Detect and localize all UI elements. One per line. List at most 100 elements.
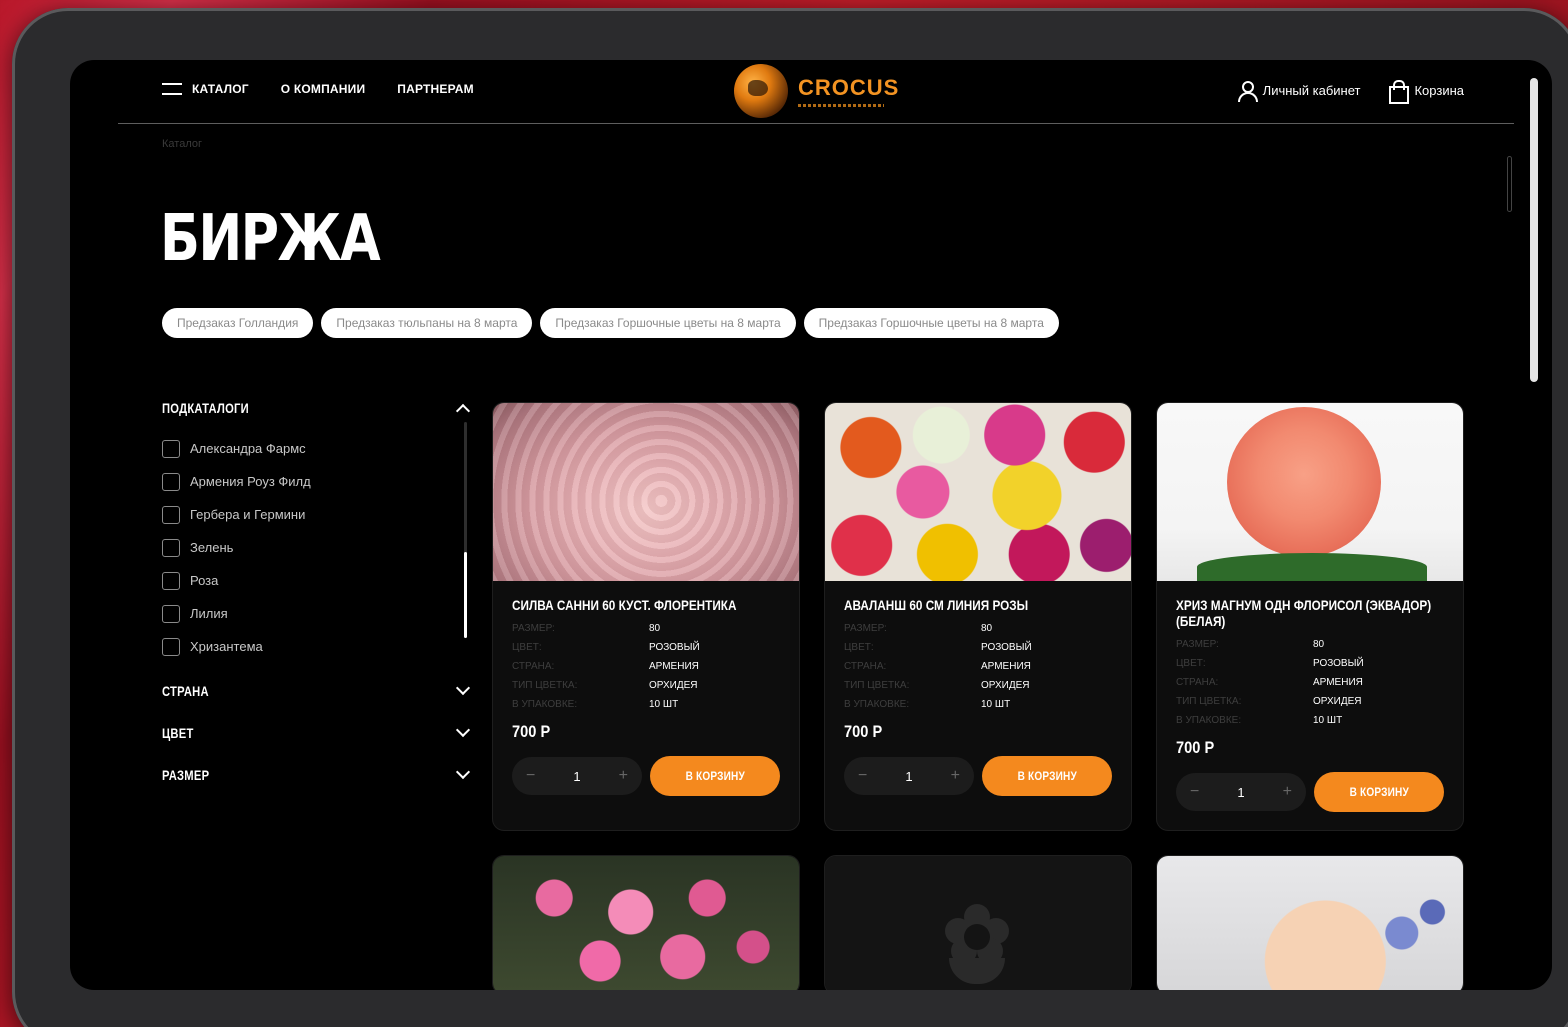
spec-label: СТРАНА: <box>844 661 887 672</box>
spec-label: В УПАКОВКЕ: <box>512 699 578 710</box>
menu-icon[interactable] <box>162 83 182 95</box>
chip-preorder-potted-2[interactable]: Предзаказ Горшочные цветы на 8 марта <box>803 308 1059 338</box>
checkbox[interactable] <box>162 571 180 590</box>
product-name[interactable]: СИЛВА САННИ 60 КУСТ. ФЛОРЕНТИКА <box>512 597 737 613</box>
checkbox[interactable] <box>162 637 180 656</box>
add-to-cart-button[interactable]: В КОРЗИНУ <box>982 756 1112 796</box>
spec-label: В УПАКОВКЕ: <box>1176 715 1242 726</box>
product-price: 700 Р <box>1176 738 1215 757</box>
product-info: ХРИЗ МАГНУМ ОДН ФЛОРИСОЛ (ЭКВАДОР) (БЕЛА… <box>1157 581 1463 830</box>
site-header: КАТАЛОГ О КОМПАНИИ ПАРТНЕРАМ CROCUS Личн… <box>70 60 1552 124</box>
filter-color-header[interactable]: ЦВЕТ <box>162 719 472 747</box>
product-image[interactable] <box>1157 856 1463 990</box>
filter-size-header[interactable]: РАЗМЕР <box>162 761 472 789</box>
subcatalog-item[interactable]: Роза <box>162 564 472 597</box>
product-image-placeholder[interactable] <box>825 856 1131 990</box>
inner-scrollbar[interactable] <box>1507 156 1512 212</box>
product-info: АВАЛАНШ 60 СМ ЛИНИЯ РОЗЫ РАЗМЕР: 80 ЦВЕТ:… <box>825 581 1131 814</box>
product-card[interactable]: ХРИЗ МАГНУМ ОДН ФЛОРИСОЛ (ЭКВАДОР) (БЕЛА… <box>1156 402 1464 831</box>
product-image[interactable] <box>1157 403 1463 581</box>
product-image[interactable] <box>493 403 799 581</box>
product-info: СИЛВА САННИ 60 КУСТ. ФЛОРЕНТИКА РАЗМЕР: 8… <box>493 581 799 814</box>
subcatalog-label: Александра Фармс <box>190 441 306 456</box>
nav-about[interactable]: О КОМПАНИИ <box>281 82 366 96</box>
subcatalog-item[interactable]: Александра Фармс <box>162 432 472 465</box>
subcatalog-item[interactable]: Зелень <box>162 531 472 564</box>
chip-preorder-tulips[interactable]: Предзаказ тюльпаны на 8 марта <box>321 308 533 338</box>
chevron-down-icon[interactable] <box>455 764 471 780</box>
spec-value: ОРХИДЕЯ <box>1313 696 1362 707</box>
spec-value: 10 ШТ <box>1313 715 1343 726</box>
spec-value: АРМЕНИЯ <box>649 661 699 672</box>
quantity-value[interactable]: 1 <box>905 769 912 784</box>
product-image[interactable] <box>493 856 799 990</box>
filter-subcatalogs-header[interactable]: ПОДКАТАЛОГИ <box>162 400 472 419</box>
product-price: 700 Р <box>512 722 551 741</box>
add-to-cart-button[interactable]: В КОРЗИНУ <box>1314 772 1444 812</box>
quantity-value[interactable]: 1 <box>1237 785 1244 800</box>
chevron-down-icon[interactable] <box>455 722 471 738</box>
chip-preorder-potted[interactable]: Предзаказ Горшочные цветы на 8 марта <box>540 308 796 338</box>
chevron-up-icon[interactable] <box>455 403 471 419</box>
spec-label: РАЗМЕР: <box>1176 639 1219 650</box>
header-divider <box>118 123 1514 124</box>
spec-value: ОРХИДЕЯ <box>981 680 1030 691</box>
decrement-button[interactable]: − <box>858 767 867 785</box>
checkbox[interactable] <box>162 505 180 524</box>
product-card[interactable]: АВАЛАНШ 60 СМ ЛИНИЯ РОЗЫ РАЗМЕР: 80 ЦВЕТ:… <box>824 402 1132 831</box>
nav-catalog-label[interactable]: КАТАЛОГ <box>192 82 249 96</box>
category-chips: Предзаказ Голландия Предзаказ тюльпаны н… <box>162 308 1059 338</box>
spec-value: АРМЕНИЯ <box>981 661 1031 672</box>
spec-value: 80 <box>981 623 993 634</box>
nav-partners[interactable]: ПАРТНЕРАМ <box>397 82 474 96</box>
spec-value: 10 ШТ <box>649 699 679 710</box>
page-scrollbar[interactable] <box>1530 78 1538 382</box>
spec-label: ТИП ЦВЕТКА: <box>1176 696 1242 707</box>
product-name[interactable]: ХРИЗ МАГНУМ ОДН ФЛОРИСОЛ (ЭКВАДОР) (БЕЛА… <box>1176 597 1445 629</box>
product-specs: РАЗМЕР: 80 ЦВЕТ: РОЗОВЫЙ СТРАНА: АРМЕНИЯ ТИ… <box>1176 639 1444 726</box>
filter-country-label: СТРАНА <box>162 683 209 699</box>
spec-label: ТИП ЦВЕТКА: <box>512 680 578 691</box>
checkbox[interactable] <box>162 604 180 623</box>
increment-button[interactable]: + <box>619 767 628 785</box>
product-actions: − 1 + В КОРЗИНУ <box>512 756 780 796</box>
add-to-cart-button[interactable]: В КОРЗИНУ <box>650 756 780 796</box>
decrement-button[interactable]: − <box>1190 783 1199 801</box>
subcatalog-list: Александра Фармс Армения Роуз Филд Гербе… <box>162 422 472 663</box>
filter-subcatalogs-label: ПОДКАТАЛОГИ <box>162 400 249 416</box>
quantity-value[interactable]: 1 <box>573 769 580 784</box>
nav-catalog[interactable]: КАТАЛОГ <box>162 82 249 96</box>
checkbox[interactable] <box>162 439 180 458</box>
subcatalog-item[interactable]: Гербера и Гермини <box>162 498 472 531</box>
brand-logo[interactable]: CROCUS <box>734 64 899 118</box>
increment-button[interactable]: + <box>1283 783 1292 801</box>
chip-preorder-holland[interactable]: Предзаказ Голландия <box>162 308 314 338</box>
subcatalog-item[interactable]: Армения Роуз Филд <box>162 465 472 498</box>
chevron-down-icon[interactable] <box>455 680 471 696</box>
spec-label: ЦВЕТ: <box>1176 658 1206 669</box>
decrement-button[interactable]: − <box>526 767 535 785</box>
checkbox[interactable] <box>162 538 180 557</box>
subcatalog-item[interactable]: Хризантема <box>162 630 472 663</box>
cart-link[interactable]: Корзина <box>1388 80 1464 104</box>
account-link[interactable]: Личный кабинет <box>1237 80 1360 102</box>
subcatalog-item[interactable]: Лилия <box>162 597 472 630</box>
product-card[interactable]: СИЛВА САННИ 60 КУСТ. ФЛОРЕНТИКА РАЗМЕР: 8… <box>492 402 800 831</box>
spec-value: 10 ШТ <box>981 699 1011 710</box>
spec-value: ОРХИДЕЯ <box>649 680 698 691</box>
product-image[interactable] <box>825 403 1131 581</box>
product-card[interactable] <box>492 855 800 990</box>
spec-label: ТИП ЦВЕТКА: <box>844 680 910 691</box>
subcatalog-scroll-thumb[interactable] <box>464 552 467 638</box>
product-card[interactable] <box>1156 855 1464 990</box>
spec-label: ЦВЕТ: <box>512 642 542 653</box>
increment-button[interactable]: + <box>951 767 960 785</box>
filter-country-header[interactable]: СТРАНА <box>162 677 472 705</box>
product-card[interactable] <box>824 855 1132 990</box>
product-name[interactable]: АВАЛАНШ 60 СМ ЛИНИЯ РОЗЫ <box>844 597 1069 613</box>
product-specs: РАЗМЕР: 80 ЦВЕТ: РОЗОВЫЙ СТРАНА: АРМЕНИЯ ТИ… <box>844 623 1112 710</box>
subcatalog-scrollbar[interactable] <box>464 422 467 638</box>
spec-value: АРМЕНИЯ <box>1313 677 1363 688</box>
breadcrumb[interactable]: Каталог <box>162 138 202 150</box>
checkbox[interactable] <box>162 472 180 491</box>
